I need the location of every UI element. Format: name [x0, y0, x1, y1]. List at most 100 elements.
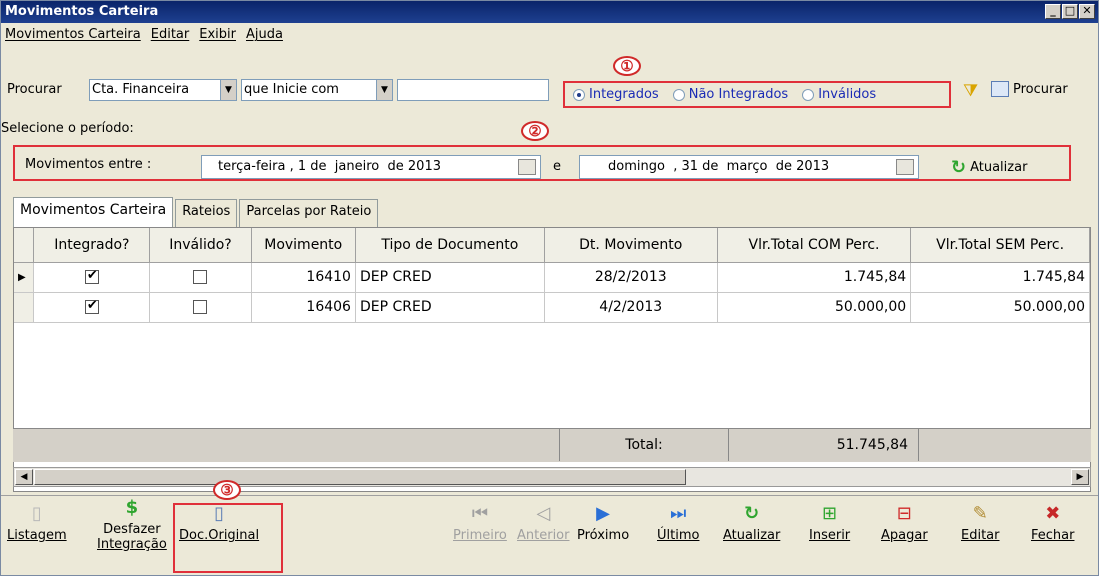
search-field-select[interactable]: Cta. Financeira ▼ [89, 79, 237, 101]
data-cell[interactable]: 28/2/2013 [544, 262, 718, 293]
menu-exibir[interactable]: Exibir [199, 24, 236, 46]
search-field-value: Cta. Financeira [92, 82, 190, 97]
dollar-icon: $ [125, 497, 139, 518]
menu-editar[interactable]: Editar [151, 24, 190, 46]
invalido-cell[interactable] [149, 262, 252, 293]
col-invalido[interactable]: Inválido? [149, 228, 252, 263]
start-year[interactable]: de 2013 [388, 159, 441, 174]
close-icon: ✖ [1045, 503, 1061, 524]
checkbox-unchecked[interactable] [193, 270, 208, 284]
start-weekday[interactable]: terça-feira [218, 159, 285, 174]
integrado-cell[interactable] [33, 292, 151, 323]
end-month[interactable]: março [727, 159, 768, 174]
end-date-spinner[interactable] [896, 159, 914, 175]
search-button[interactable]: Procurar [991, 81, 1068, 97]
movimento-cell[interactable]: 16406 [251, 292, 356, 323]
inserir-button[interactable]: ⊞ Inserir [809, 503, 851, 544]
previous-icon: ◁ [536, 503, 551, 524]
end-year[interactable]: de 2013 [776, 159, 829, 174]
scroll-right-icon[interactable]: ▶ [1071, 469, 1089, 485]
close-button[interactable]: ✕ [1079, 4, 1095, 19]
apagar-button[interactable]: ⊟ Apagar [881, 503, 928, 544]
menu-movimentos[interactable]: Movimentos Carteira [5, 24, 141, 46]
proximo-button[interactable]: ▶ Próximo [577, 504, 629, 544]
scroll-thumb[interactable] [34, 469, 686, 485]
table-row[interactable]: 16406 DEP CRED 4/2/2013 50.000,00 50.000… [14, 292, 1090, 323]
chevron-down-icon[interactable]: ▼ [220, 80, 236, 100]
inserir-label: Inserir [809, 528, 851, 543]
menu-bar: Movimentos Carteira Editar Exibir Ajuda [1, 24, 283, 46]
data-cell[interactable]: 4/2/2013 [544, 292, 718, 323]
primeiro-button[interactable]: ⏮ Primeiro [453, 504, 507, 544]
filter-radio-group: Integrados Não Integrados Inválidos [563, 81, 951, 108]
integrado-cell[interactable] [33, 262, 151, 293]
radio-icon[interactable] [672, 88, 685, 101]
anterior-button[interactable]: ◁ Anterior [517, 503, 569, 544]
radio-selected-icon[interactable] [573, 88, 585, 101]
tab-movimentos-carteira[interactable]: Movimentos Carteira [13, 197, 174, 227]
search-operator-select[interactable]: que Inicie com ▼ [241, 79, 393, 101]
table-row[interactable]: ▶ 16410 DEP CRED 28/2/2013 1.745,84 1.74… [14, 262, 1090, 293]
minimize-button[interactable]: _ [1045, 4, 1061, 19]
search-button-label: Procurar [1013, 81, 1068, 97]
fechar-button[interactable]: ✖ Fechar [1031, 503, 1075, 544]
editar-button[interactable]: ✎ Editar [961, 504, 1000, 544]
end-weekday[interactable]: domingo [608, 159, 665, 174]
movimento-cell[interactable]: 16410 [251, 262, 356, 293]
start-date-spinner[interactable] [518, 159, 536, 175]
col-vlr-sem[interactable]: Vlr.Total SEM Perc. [910, 228, 1090, 263]
atualizar-period-button[interactable]: ↻ Atualizar [951, 157, 1027, 178]
col-integrado[interactable]: Integrado? [33, 228, 151, 263]
fechar-label: Fechar [1031, 528, 1075, 543]
invalido-cell[interactable] [149, 292, 252, 323]
movimentos-table: Integrado? Inválido? Movimento Tipo de D… [14, 228, 1090, 323]
col-tipo-documento[interactable]: Tipo de Documento [355, 228, 545, 263]
radio-invalidos[interactable]: Inválidos [802, 87, 876, 102]
atualizar-button[interactable]: ↻ Atualizar [723, 504, 780, 544]
scroll-left-icon[interactable]: ◀ [15, 469, 33, 485]
desfazer-integracao-button[interactable]: $ Desfazer Integração [97, 497, 167, 553]
col-dt-movimento[interactable]: Dt. Movimento [544, 228, 718, 263]
menu-ajuda[interactable]: Ajuda [246, 24, 283, 46]
total-value: 51.745,84 [729, 429, 919, 461]
end-date-picker[interactable]: domingo , 31 de março de 2013 [579, 155, 919, 179]
period-label: Selecione o período: [1, 121, 134, 136]
col-movimento[interactable]: Movimento [251, 228, 356, 263]
radio-invalidos-label: Inválidos [818, 87, 877, 102]
end-day[interactable]: , 31 de [673, 159, 718, 174]
chevron-down-icon[interactable]: ▼ [376, 80, 392, 100]
start-day[interactable]: 1 de [298, 159, 327, 174]
bottom-toolbar: ▯ Listagem $ Desfazer Integração ③ ▯ Doc… [1, 480, 1098, 575]
insert-icon: ⊞ [822, 503, 838, 524]
atualizar-period-label: Atualizar [970, 160, 1028, 175]
start-date-picker[interactable]: terça-feira , 1 de janeiro de 2013 [201, 155, 541, 179]
maximize-button[interactable]: □ [1062, 4, 1078, 19]
tab-rateios[interactable]: Rateios [175, 199, 238, 227]
delete-icon: ⊟ [896, 503, 912, 524]
radio-integrados[interactable]: Integrados [573, 87, 659, 102]
period-conj: e [553, 159, 561, 174]
ultimo-button[interactable]: ⏭ Último [657, 504, 699, 544]
radio-nao-integrados[interactable]: Não Integrados [672, 87, 788, 102]
vlr-com-cell[interactable]: 50.000,00 [717, 292, 912, 323]
window-title: Movimentos Carteira [5, 4, 159, 19]
tab-parcelas[interactable]: Parcelas por Rateio [239, 199, 379, 227]
radio-icon[interactable] [802, 88, 815, 101]
horizontal-scrollbar[interactable]: ◀ ▶ [13, 467, 1091, 487]
main-window: Movimentos Carteira _ □ ✕ Movimentos Car… [0, 0, 1099, 576]
tipo-cell[interactable]: DEP CRED [355, 262, 545, 293]
vlr-sem-cell[interactable]: 1.745,84 [910, 262, 1090, 293]
checkbox-unchecked[interactable] [193, 300, 208, 314]
checkbox-checked[interactable] [84, 298, 99, 314]
filter-funnel-icon[interactable]: ⧩ [963, 81, 978, 101]
integracao-label: Integração [97, 537, 167, 552]
start-month[interactable]: janeiro [335, 159, 379, 174]
col-vlr-com[interactable]: Vlr.Total COM Perc. [717, 228, 912, 263]
tipo-cell[interactable]: DEP CRED [355, 292, 545, 323]
vlr-sem-cell[interactable]: 50.000,00 [910, 292, 1090, 323]
checkbox-checked[interactable] [84, 268, 99, 284]
row-indicator-header [14, 228, 35, 263]
listagem-button[interactable]: ▯ Listagem [7, 504, 67, 544]
vlr-com-cell[interactable]: 1.745,84 [717, 262, 912, 293]
search-input[interactable] [397, 79, 549, 101]
